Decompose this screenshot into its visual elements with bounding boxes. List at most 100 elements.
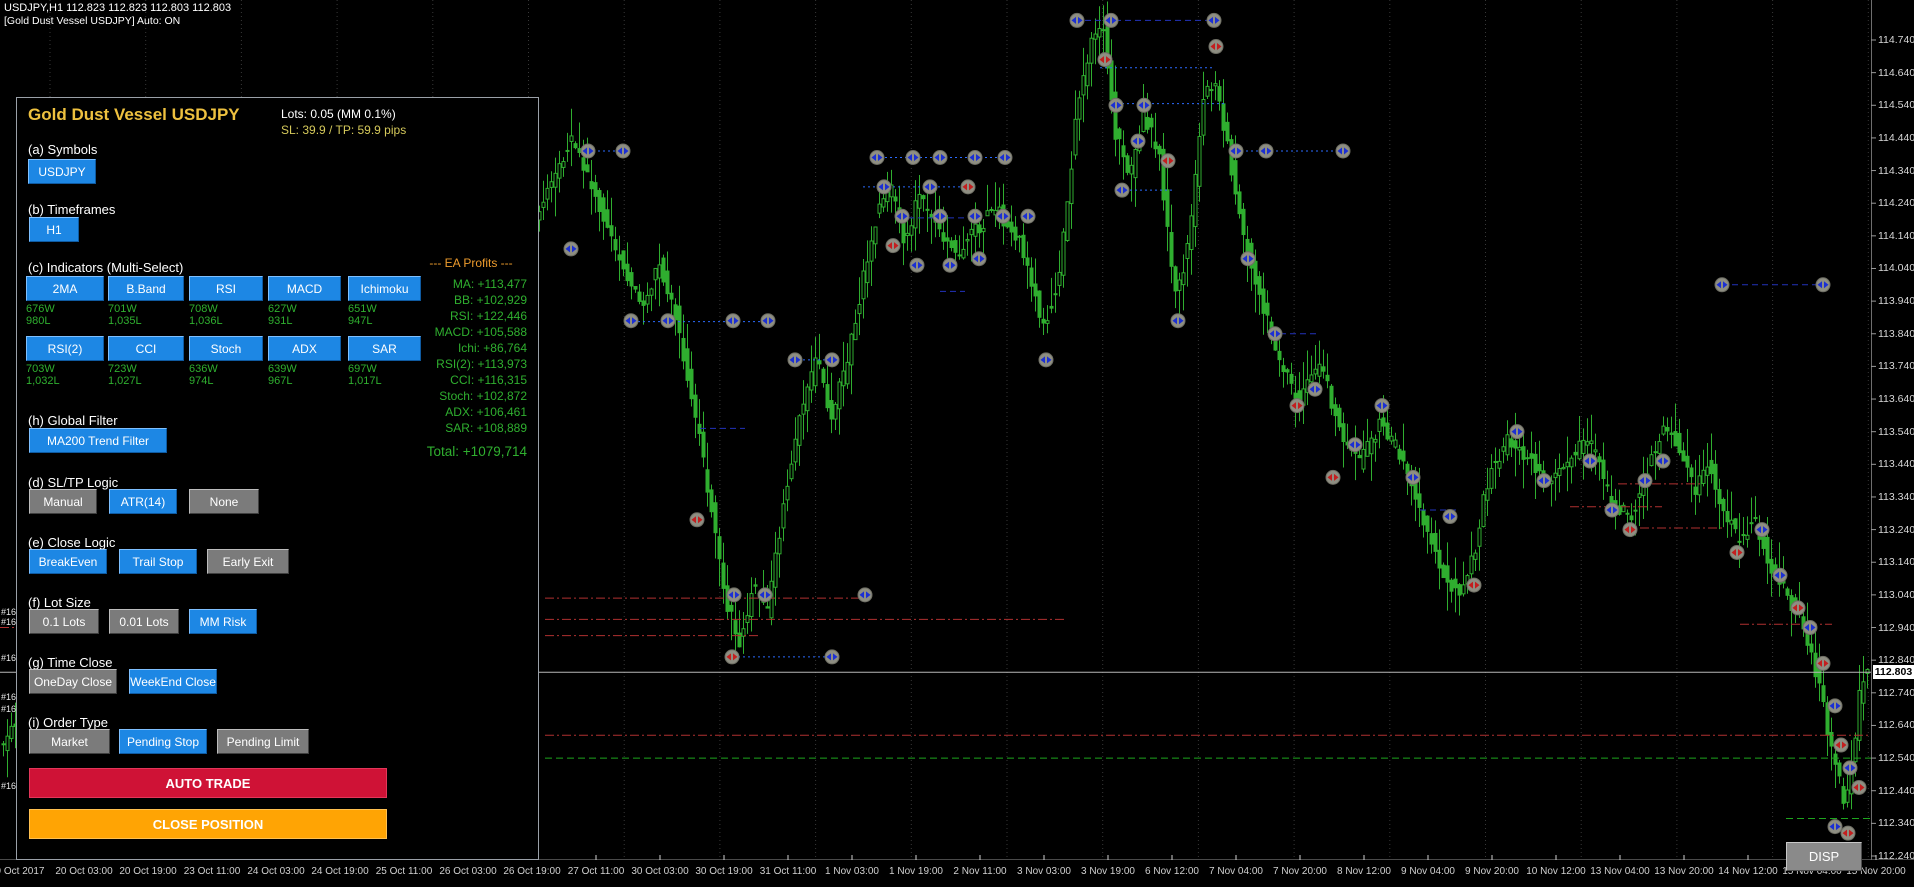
ea-profit-row: MA: +113,477 [452,277,527,291]
ea-profit-row: CCI: +116,315 [450,373,527,387]
current-price-tag: 112.803 [1873,665,1914,680]
btn-early-exit[interactable]: Early Exit [207,549,289,574]
time-tick-label: 23 Oct 11:00 [183,866,241,877]
indicator-stats: 708W 1,036L [189,303,223,327]
btn-sar[interactable]: SAR [348,336,421,361]
btn-2ma[interactable]: 2MA [26,276,104,301]
trade-marker [623,313,639,329]
btn-0-01-lots[interactable]: 0.01 Lots [109,609,179,634]
trade-marker [905,150,921,166]
trade-marker [1815,655,1831,671]
time-tick-label: 20 Oct 19:00 [119,866,177,877]
close-position-button[interactable]: CLOSE POSITION [29,809,387,839]
trade-marker [1374,398,1390,414]
time-tick-label: 6 Nov 12:00 [1145,866,1199,877]
btn-pending-stop[interactable]: Pending Stop [119,729,207,754]
trade-marker [885,238,901,254]
btn-ma200-trend-filter[interactable]: MA200 Trend Filter [29,428,167,453]
trade-marker [1827,698,1843,714]
btn-b-band[interactable]: B.Band [108,276,184,301]
trade-marker [1509,424,1525,440]
btn-manual[interactable]: Manual [29,489,97,514]
trade-marker [725,313,741,329]
trade-marker [967,208,983,224]
trade-marker [1020,208,1036,224]
btn-atr-14-[interactable]: ATR(14) [109,489,177,514]
time-tick-label: 13 Nov 04:00 [1590,866,1650,877]
trade-marker [1655,453,1671,469]
trade-marker [942,257,958,273]
trade-ticket-label: #16 [1,653,17,663]
btn-market[interactable]: Market [29,729,110,754]
trade-marker [580,143,596,159]
trade-marker [689,512,705,528]
btn-h1[interactable]: H1 [29,217,79,242]
trade-ticket-label: #16 [1,704,17,714]
btn-ichimoku[interactable]: Ichimoku [348,276,421,301]
btn-0-1-lots[interactable]: 0.1 Lots [29,609,99,634]
trade-marker [724,649,740,665]
indicator-stats: 639W 967L [268,363,297,387]
trade-marker [1325,469,1341,485]
ea-profit-row: RSI(2): +113,973 [436,357,527,371]
trade-marker [869,150,885,166]
trade-markers [563,12,1867,841]
trade-marker [932,208,948,224]
trade-marker [1108,97,1124,113]
section-label: (g) Time Close [28,655,113,670]
trade-marker [1582,453,1598,469]
trade-marker [1637,473,1653,489]
btn-trail-stop[interactable]: Trail Stop [119,549,197,574]
ea-profit-row: MACD: +105,588 [434,325,527,339]
btn-usdjpy[interactable]: USDJPY [28,159,96,184]
btn-weekend-close[interactable]: WeekEnd Close [129,669,217,694]
btn-pending-limit[interactable]: Pending Limit [217,729,309,754]
btn-macd[interactable]: MACD [268,276,341,301]
trade-marker [1536,473,1552,489]
symbol-ohlc-line: USDJPY,H1 112.823 112.823 112.803 112.80… [4,2,232,14]
trade-marker [894,208,910,224]
trade-ticket-label: #16 [1,607,17,617]
time-tick-label: 2 Nov 11:00 [953,866,1007,877]
ea-profit-row: ADX: +106,461 [445,405,527,419]
trade-marker [1714,277,1730,293]
trade-marker [660,313,676,329]
btn-stoch[interactable]: Stoch [189,336,263,361]
trade-marker [824,352,840,368]
ea-profit-entries: MA: +113,477 BB: +102,929 RSI: +122,446 MAC… [415,276,527,436]
time-tick-label: 9 Nov 04:00 [1401,866,1455,877]
time-tick-label: 14 Nov 12:00 [1718,866,1778,877]
time-tick-label: 3 Nov 03:00 [1017,866,1071,877]
trade-marker [857,587,873,603]
trade-marker [1136,97,1152,113]
ea-status-line: [Gold Dust Vessel USDJPY] Auto: ON [4,15,181,27]
btn-adx[interactable]: ADX [268,336,341,361]
indicator-stats: 651W 947L [348,303,377,327]
disp-button[interactable]: DISP [1786,842,1862,871]
trade-marker [932,150,948,166]
btn-cci[interactable]: CCI [108,336,184,361]
btn-mm-risk[interactable]: MM Risk [189,609,257,634]
section-label: (b) Timeframes [28,202,116,217]
indicator-stats: 701W 1,035L [108,303,142,327]
trade-marker [1802,620,1818,636]
btn-oneday-close[interactable]: OneDay Close [29,669,117,694]
btn-rsi[interactable]: RSI [189,276,263,301]
time-tick-label: 13 Nov 20:00 [1654,866,1714,877]
trade-marker [563,241,579,257]
btn-breakeven[interactable]: BreakEven [29,549,107,574]
time-tick-label: 7 Nov 04:00 [1209,866,1263,877]
btn-rsi-2-[interactable]: RSI(2) [26,336,104,361]
trade-marker [726,587,742,603]
trade-marker [824,649,840,665]
section-label: (i) Order Type [28,715,108,730]
ea-profit-row: BB: +102,929 [453,293,527,307]
trade-marker [1622,522,1638,538]
time-tick-label: 30 Oct 19:00 [695,866,753,877]
trade-marker [1103,12,1119,28]
auto-trade-button[interactable]: AUTO TRADE [29,768,387,798]
trade-marker [967,150,983,166]
section-label: (c) Indicators (Multi-Select) [28,260,184,275]
panel-title: Gold Dust Vessel USDJPY [28,105,240,124]
btn-none[interactable]: None [189,489,259,514]
